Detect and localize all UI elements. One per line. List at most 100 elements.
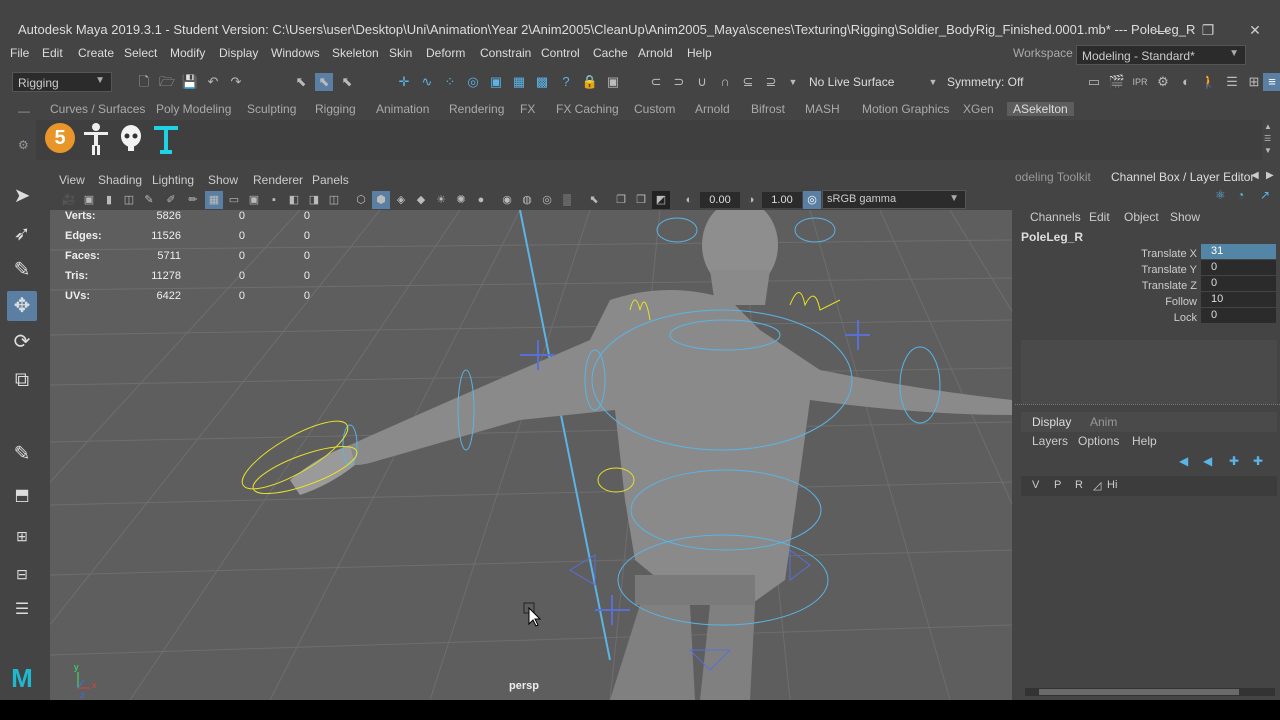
xray-icon[interactable]: ▒ [558, 191, 576, 209]
snap-curve-icon[interactable]: ∿ [418, 73, 436, 91]
gate-mask-icon[interactable]: ▪ [265, 191, 283, 209]
tab-rendering[interactable]: Rendering [449, 102, 504, 116]
menuset-dropdown[interactable]: Rigging ▼ [12, 72, 112, 92]
snap-live-icon[interactable]: ▦ [510, 73, 528, 91]
lock-icon[interactable]: 🔒 [581, 73, 599, 91]
layer-row[interactable]: V P R ◿ Hi [1021, 476, 1277, 496]
lights-icon[interactable]: ☀ [432, 191, 450, 209]
layer-move-up-icon[interactable]: ◀ [1179, 454, 1188, 468]
magnet-icon-5[interactable]: ⊆ [739, 73, 757, 91]
rotate-tool-icon[interactable]: ⟳ [7, 327, 37, 357]
shelf-scroll-down-icon[interactable]: ▼ [1264, 146, 1272, 155]
snap-point-icon[interactable]: ⁘ [441, 73, 459, 91]
menu-windows[interactable]: Windows [271, 46, 320, 60]
render-frame-icon[interactable]: 🎬 [1108, 73, 1126, 91]
pencil-icon[interactable]: ✏ [184, 191, 202, 209]
menu-display[interactable]: Display [219, 46, 258, 60]
skull-icon[interactable] [119, 124, 143, 154]
bookmark-icon[interactable]: ▮ [100, 191, 118, 209]
cyan-figure-icon[interactable] [152, 122, 180, 156]
select-hierarchy-icon[interactable]: ⬉ [292, 73, 310, 91]
field-chart-icon[interactable]: ◧ [285, 191, 303, 209]
lasso-tool-icon[interactable]: ➶ [7, 219, 37, 249]
magnet-icon-1[interactable]: ⊂ [647, 73, 665, 91]
save-scene-icon[interactable]: 💾 [181, 73, 199, 91]
symmetry-label[interactable]: Symmetry: Off [947, 75, 1023, 89]
shelf-menu-icon[interactable]: ☰ [1264, 134, 1271, 143]
restore-button[interactable]: ❐ [1198, 22, 1218, 39]
image-plane-icon[interactable]: ◫ [120, 191, 138, 209]
tab-fx[interactable]: FX [520, 102, 535, 116]
tab-poly-modeling[interactable]: Poly Modeling [156, 102, 231, 116]
film-gate-icon[interactable]: ▭ [225, 191, 243, 209]
attr-lock-value[interactable]: 0 [1201, 308, 1276, 323]
layer-visibility[interactable]: V [1032, 479, 1039, 491]
camera-icon[interactable]: 🎥 [60, 191, 78, 209]
render-view-icon[interactable]: ▭ [1085, 73, 1103, 91]
outliner-icon[interactable]: ☰ [7, 595, 37, 625]
redo-icon[interactable]: ↷ [227, 73, 245, 91]
channel-box-icon[interactable]: ≡ [1263, 73, 1280, 91]
chevron-down-icon[interactable]: ▼ [784, 73, 802, 91]
menu-edit[interactable]: Edit [42, 46, 63, 60]
new-layer-selected-icon[interactable]: ✚ [1253, 454, 1263, 468]
attr-translate-y-label[interactable]: Translate Y [1070, 264, 1197, 276]
layer-menu-options[interactable]: Options [1078, 434, 1119, 448]
attr-translate-y-value[interactable]: 0 [1201, 260, 1276, 275]
tab-motion-graphics[interactable]: Motion Graphics [862, 102, 949, 116]
tab-sculpting[interactable]: Sculpting [247, 102, 296, 116]
textured-icon[interactable]: ◆ [412, 191, 430, 209]
tab-modeling-toolkit[interactable]: odeling Toolkit [1015, 170, 1091, 184]
move-tool-icon[interactable]: ✥ [7, 291, 37, 321]
live-surface-label[interactable]: No Live Surface [809, 75, 894, 89]
render-region-icon[interactable]: ▣ [604, 73, 622, 91]
viewport-menu-panels[interactable]: Panels [312, 173, 349, 187]
menu-modify[interactable]: Modify [170, 46, 205, 60]
menu-arnold[interactable]: Arnold [638, 46, 673, 60]
magnet-icon-4[interactable]: ∩ [716, 73, 734, 91]
layer-menu-help[interactable]: Help [1132, 434, 1157, 448]
shelf-menu-icon[interactable]: — [18, 104, 30, 118]
attr-translate-z-label[interactable]: Translate Z [1070, 280, 1197, 292]
open-scene-icon[interactable]: 🗁 [158, 73, 176, 91]
cb-menu-channels[interactable]: Channels [1030, 210, 1081, 224]
tab-asekelton[interactable]: ASekelton [1007, 102, 1074, 116]
prev-tab-icon[interactable]: ◀ [1251, 170, 1259, 181]
smooth-shade-icon[interactable]: ⬢ [372, 191, 390, 209]
layer-tab-anim[interactable]: Anim [1090, 415, 1117, 429]
menu-help[interactable]: Help [687, 46, 712, 60]
gamma-icon[interactable]: ◑ [742, 191, 760, 209]
shelf-scroll-up-icon[interactable]: ▲ [1264, 122, 1272, 131]
four-pane-layout-icon[interactable]: ⊞ [7, 521, 37, 551]
viewport-menu-show[interactable]: Show [208, 173, 238, 187]
tab-fx-caching[interactable]: FX Caching [556, 102, 619, 116]
layer-menu-layers[interactable]: Layers [1032, 434, 1068, 448]
menu-select[interactable]: Select [124, 46, 157, 60]
tab-mash[interactable]: MASH [805, 102, 840, 116]
last-tool-icon[interactable]: ✎ [7, 439, 37, 469]
snap-view-icon[interactable]: ◎ [464, 73, 482, 91]
magnet-icon-2[interactable]: ⊃ [670, 73, 688, 91]
safe-title-icon[interactable]: ◫ [325, 191, 343, 209]
tool-settings-icon[interactable]: ⊞ [1245, 73, 1263, 91]
viewport-menu-view[interactable]: View [59, 173, 85, 187]
tab-xgen[interactable]: XGen [963, 102, 994, 116]
menu-skeleton[interactable]: Skeleton [332, 46, 379, 60]
tab-channel-box[interactable]: Channel Box / Layer Editor [1111, 170, 1254, 184]
color-management-icon[interactable]: ◎ [803, 191, 821, 209]
attr-translate-x-value[interactable]: 31 [1201, 244, 1276, 259]
snap-grid-icon[interactable]: ✛ [395, 73, 413, 91]
workspace-dropdown[interactable]: Modeling - Standard* ▼ [1076, 45, 1246, 65]
hypershade-icon[interactable]: ◐ [1177, 73, 1195, 91]
viewport-menu-renderer[interactable]: Renderer [253, 173, 303, 187]
two-pane-layout-icon[interactable]: ⊟ [7, 559, 37, 589]
2d-pan-icon[interactable]: ✎ [140, 191, 158, 209]
menu-skin[interactable]: Skin [389, 46, 412, 60]
viewport-menu-lighting[interactable]: Lighting [152, 173, 194, 187]
horizontal-scrollbar[interactable] [1025, 688, 1275, 696]
render-settings-icon[interactable]: ⚙ [1154, 73, 1172, 91]
undo-icon[interactable]: ↶ [204, 73, 222, 91]
menu-create[interactable]: Create [78, 46, 114, 60]
gear-icon[interactable]: ⚙ [18, 138, 29, 152]
cb-menu-show[interactable]: Show [1170, 210, 1200, 224]
